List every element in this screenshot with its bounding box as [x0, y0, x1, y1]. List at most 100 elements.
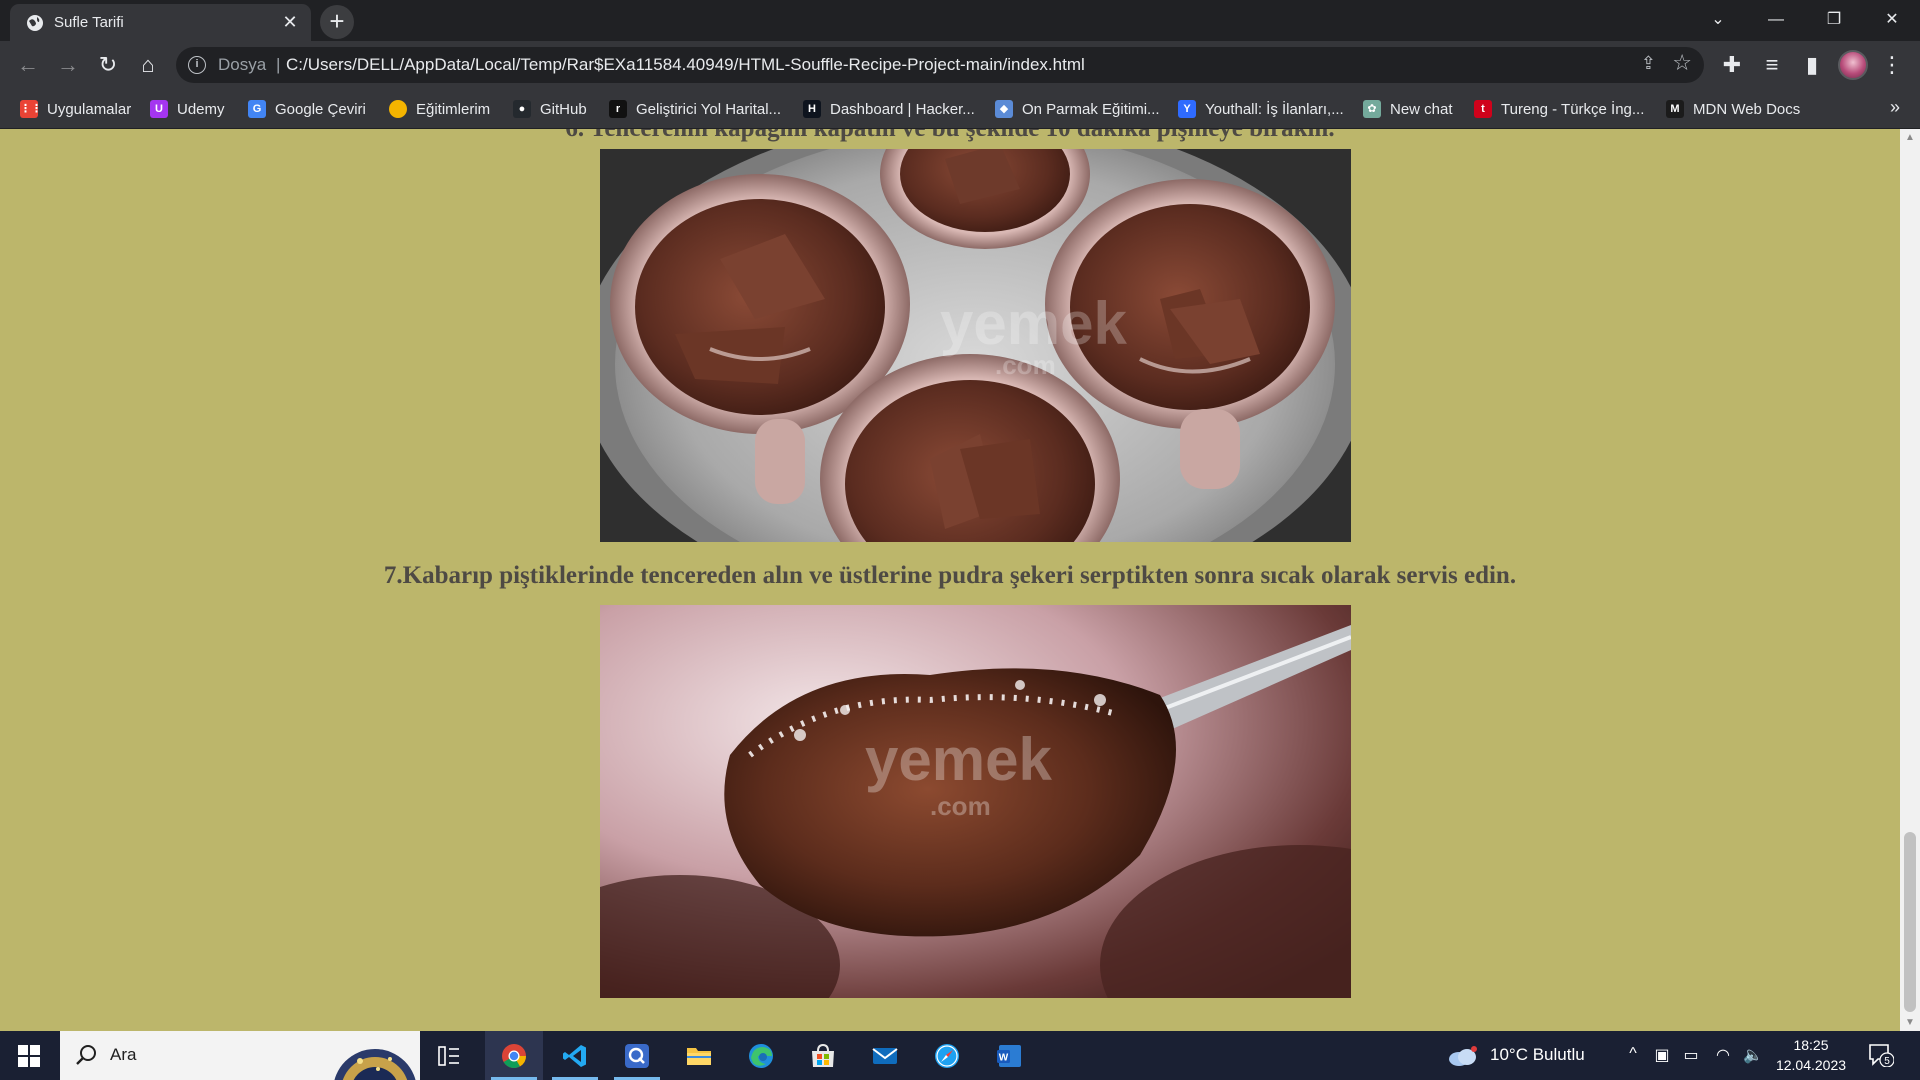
- meet-now-icon[interactable]: ▣: [1651, 1045, 1673, 1065]
- back-button[interactable]: ←: [12, 49, 44, 81]
- svg-text:W: W: [999, 1053, 1009, 1064]
- youthall-icon: Y: [1178, 100, 1196, 118]
- notification-count: 5: [1884, 1056, 1890, 1067]
- url-scheme-label: Dosya: [218, 55, 267, 74]
- bookmark-label: Dashboard | Hacker...: [830, 100, 975, 118]
- wifi-icon[interactable]: ◠: [1712, 1045, 1734, 1065]
- step-6-text: 6. Tencerenin kapağını kapatın ve bu şek…: [0, 129, 1900, 143]
- bookmark-star-icon[interactable]: ☆: [1672, 50, 1692, 76]
- bookmark-item[interactable]: r Geliştirici Yol Harital...: [609, 97, 781, 121]
- share-icon[interactable]: ⇪: [1641, 53, 1656, 74]
- tureng-icon: t: [1474, 100, 1492, 118]
- tab-close-icon[interactable]: ✕: [279, 11, 301, 33]
- watermark-subtext-2: .com: [930, 791, 991, 821]
- mail-icon: [872, 1048, 898, 1064]
- browser-toolbar: ← → ↻ ⌂ i Dosya | C:/Users/DELL/AppData/…: [0, 41, 1920, 89]
- bookmark-label: Youthall: İş İlanları,...: [1205, 100, 1344, 118]
- url-text[interactable]: C:/Users/DELL/AppData/Local/Temp/Rar$EXa…: [286, 55, 1085, 75]
- bookmark-item[interactable]: H Dashboard | Hacker...: [803, 97, 975, 121]
- bookmarks-more-icon[interactable]: »: [1890, 97, 1900, 118]
- watermark-text: yemek: [940, 290, 1127, 357]
- bookmark-item[interactable]: M MDN Web Docs: [1666, 97, 1800, 121]
- home-button[interactable]: ⌂: [132, 49, 164, 81]
- taskbar-file-explorer[interactable]: [670, 1031, 728, 1080]
- bookmark-item[interactable]: ⋮⋮ Uygulamalar: [20, 97, 131, 121]
- restore-button[interactable]: ❐: [1806, 0, 1862, 40]
- bookmark-label: New chat: [1390, 100, 1453, 118]
- bookmark-label: MDN Web Docs: [1693, 100, 1801, 118]
- hackerrank-icon: H: [803, 100, 821, 118]
- search-placeholder: Ara: [110, 1045, 137, 1064]
- new-tab-button[interactable]: +: [320, 5, 354, 39]
- taskbar-chrome[interactable]: [485, 1031, 543, 1080]
- bookmark-item[interactable]: t Tureng - Türkçe İng...: [1474, 97, 1644, 121]
- scroll-thumb[interactable]: [1904, 832, 1916, 1012]
- menu-icon[interactable]: ⋮: [1876, 49, 1908, 81]
- close-window-button[interactable]: ✕: [1864, 0, 1920, 40]
- browser-tab[interactable]: Sufle Tarifi ✕: [10, 4, 311, 41]
- side-panel-icon[interactable]: ▮: [1796, 49, 1828, 81]
- extensions-icon[interactable]: ✚: [1716, 49, 1748, 81]
- clock-time[interactable]: 18:25: [1776, 1037, 1846, 1053]
- taskbar-word[interactable]: W: [980, 1031, 1038, 1080]
- bookmark-label: On Parmak Eğitimi...: [1022, 100, 1160, 118]
- tab-search-icon[interactable]: ⌄: [1690, 0, 1746, 40]
- page-viewport: 6. Tencerenin kapağını kapatın ve bu şek…: [0, 129, 1900, 1031]
- step-7-text: 7.Kabarıp piştiklerinde tencereden alın …: [383, 562, 1517, 589]
- watermark-subtext: .com: [995, 350, 1056, 380]
- clock-date[interactable]: 12.04.2023: [1773, 1057, 1849, 1073]
- volume-icon[interactable]: 🔈: [1742, 1045, 1764, 1065]
- bookmark-item[interactable]: Eğitimlerim: [389, 97, 490, 121]
- scroll-down-icon[interactable]: ▼: [1900, 1014, 1920, 1031]
- media-control-icon[interactable]: ≡: [1756, 49, 1788, 81]
- qlik-icon: [625, 1044, 649, 1068]
- bookmark-item[interactable]: U Udemy: [150, 97, 225, 121]
- bookmark-item[interactable]: G Google Çeviri: [248, 97, 366, 121]
- url-separator: |: [276, 55, 281, 74]
- udemy-icon: U: [150, 100, 168, 118]
- search-icon: [76, 1045, 96, 1065]
- scroll-up-icon[interactable]: ▲: [1900, 129, 1920, 146]
- bookmark-item[interactable]: ✿ New chat: [1363, 97, 1453, 121]
- bookmark-label: GitHub: [540, 100, 587, 118]
- github-icon: ●: [513, 100, 531, 118]
- taskbar-safari[interactable]: [918, 1031, 976, 1080]
- reload-button[interactable]: ↻: [92, 49, 124, 81]
- vscode-icon: [563, 1045, 586, 1067]
- page-scrollbar[interactable]: ▲ ▼: [1900, 129, 1920, 1031]
- bookmark-item[interactable]: Y Youthall: İş İlanları,...: [1178, 97, 1344, 121]
- globe-icon: [27, 15, 43, 31]
- forward-button[interactable]: →: [52, 49, 84, 81]
- weather-text[interactable]: 10°C Bulutlu: [1490, 1045, 1585, 1065]
- cloud-icon[interactable]: [1447, 1045, 1479, 1067]
- profile-avatar[interactable]: [1838, 50, 1868, 80]
- taskbar-vscode[interactable]: [546, 1031, 604, 1080]
- search-highlight-image: [334, 1049, 416, 1080]
- address-bar[interactable]: i Dosya | C:/Users/DELL/AppData/Local/Te…: [176, 47, 1704, 83]
- taskbar-mail[interactable]: [856, 1031, 914, 1080]
- windows-start-icon[interactable]: [18, 1045, 40, 1067]
- notification-icon[interactable]: 5: [1868, 1043, 1894, 1067]
- bookmarks-bar: » ⋮⋮ Uygulamalar U Udemy G Google Çeviri Eğiti…: [0, 89, 1920, 129]
- task-view-button[interactable]: [420, 1031, 478, 1080]
- minimize-button[interactable]: —: [1748, 0, 1804, 40]
- bookmark-item[interactable]: ◆ On Parmak Eğitimi...: [995, 97, 1160, 121]
- apps-grid-icon: ⋮⋮: [20, 100, 42, 118]
- taskbar-search[interactable]: Ara: [60, 1031, 420, 1080]
- taskbar-qlik[interactable]: [608, 1031, 666, 1080]
- mdn-icon: M: [1666, 100, 1684, 118]
- windows-taskbar: Ara W 10°C Bulutlu ^ ▣ ▭ ◠ 🔈 18:25 12.04…: [0, 1031, 1920, 1080]
- taskbar-store[interactable]: [794, 1031, 852, 1080]
- info-icon[interactable]: i: [188, 56, 206, 74]
- tray-chevron-icon[interactable]: ^: [1622, 1045, 1644, 1063]
- battery-icon[interactable]: ▭: [1680, 1045, 1702, 1065]
- bookmark-label: Tureng - Türkçe İng...: [1501, 100, 1645, 118]
- bookmark-label: Google Çeviri: [275, 100, 366, 118]
- taskbar-edge[interactable]: [732, 1031, 790, 1080]
- edge-icon: [749, 1044, 773, 1068]
- drop-icon: ◆: [995, 100, 1013, 118]
- bookmark-item[interactable]: ● GitHub: [513, 97, 587, 121]
- watermark-text-2: yemek: [865, 726, 1052, 793]
- roadmap-icon: r: [609, 100, 627, 118]
- chatgpt-icon: ✿: [1363, 100, 1381, 118]
